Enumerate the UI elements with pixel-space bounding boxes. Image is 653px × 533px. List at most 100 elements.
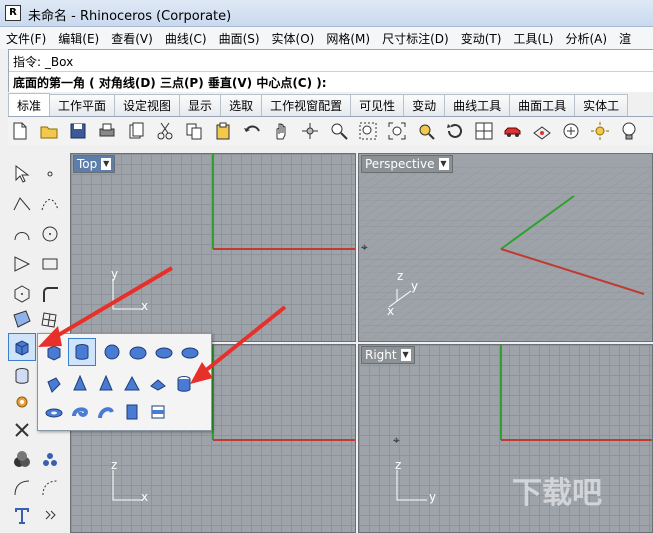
zoom-selected-icon[interactable] <box>414 119 438 143</box>
viewport-top[interactable]: Top ▼ y x <box>70 153 356 342</box>
offset-2-icon[interactable] <box>38 476 62 500</box>
tab-cplanes[interactable]: 工作平面 <box>49 94 116 116</box>
network-surface-icon[interactable] <box>38 307 62 331</box>
sphere-icon[interactable] <box>100 340 124 364</box>
box-icon[interactable] <box>42 340 66 364</box>
right-axis-z-label: z <box>395 458 402 472</box>
tab-surface-tools[interactable]: 曲面工具 <box>509 94 576 116</box>
sun-icon[interactable] <box>588 119 612 143</box>
zoom-icon[interactable] <box>327 119 351 143</box>
curve-icon[interactable] <box>38 192 62 216</box>
scissors-icon[interactable] <box>10 418 34 442</box>
paste-icon[interactable] <box>211 119 235 143</box>
menu-curve[interactable]: 曲线(C) <box>159 30 213 47</box>
rotate-view-icon[interactable] <box>298 119 322 143</box>
paraboloid-icon[interactable] <box>178 340 202 364</box>
tab-viewport-layout[interactable]: 工作视窗配置 <box>261 94 352 116</box>
pyramid-2-icon[interactable] <box>120 372 144 396</box>
target-icon[interactable] <box>559 119 583 143</box>
top-axis-y-label: y <box>111 267 119 281</box>
polygon-icon[interactable] <box>10 282 34 306</box>
box-icon[interactable] <box>8 333 36 361</box>
cylinder-icon[interactable] <box>68 338 96 366</box>
undo-icon[interactable] <box>240 119 264 143</box>
offset-icon[interactable] <box>10 476 34 500</box>
select-icon[interactable] <box>10 162 34 186</box>
surface-icon[interactable] <box>10 307 34 331</box>
menu-surface[interactable]: 曲面(S) <box>213 30 266 47</box>
gear-icon[interactable] <box>10 390 34 414</box>
chevron-down-icon[interactable]: ▼ <box>438 158 449 170</box>
import-icon[interactable] <box>124 119 148 143</box>
tab-set-view[interactable]: 设定视图 <box>114 94 181 116</box>
menu-edit[interactable]: 编辑(E) <box>52 30 105 47</box>
menu-solid[interactable]: 实体(O) <box>266 30 321 47</box>
cut-icon[interactable] <box>153 119 177 143</box>
torus-icon[interactable] <box>42 400 66 424</box>
command-options[interactable]: 底面的第一角 ( 对角线(D) 三点(P) 垂直(V) 中心点(C) ): <box>13 74 327 91</box>
extrude-icon[interactable] <box>120 400 144 424</box>
tab-select[interactable]: 选取 <box>220 94 263 116</box>
cylinder-icon[interactable] <box>10 364 34 388</box>
polyline-icon[interactable] <box>10 192 34 216</box>
extrude-2-icon[interactable] <box>146 400 170 424</box>
cone-icon[interactable] <box>68 372 92 396</box>
pan-icon[interactable] <box>269 119 293 143</box>
pipe-2-icon[interactable] <box>94 400 118 424</box>
menu-render[interactable]: 渲 <box>613 30 637 47</box>
arc-icon[interactable] <box>10 222 34 246</box>
rotate-icon[interactable] <box>443 119 467 143</box>
perspective-axis-y-label: y <box>411 279 419 293</box>
tab-standard[interactable]: 标准 <box>8 93 51 116</box>
car-icon[interactable] <box>501 119 525 143</box>
menu-analyze[interactable]: 分析(A) <box>559 30 613 47</box>
tab-solid-tools[interactable]: 实体工 <box>574 94 629 116</box>
perspective-axis-z-label: z <box>397 269 404 283</box>
zoom-window-icon[interactable] <box>356 119 380 143</box>
menu-mesh[interactable]: 网格(M) <box>320 30 376 47</box>
perspective-axis-x-label: x <box>387 304 395 318</box>
viewport-perspective[interactable]: Perspective ▼ z y x ⌖ <box>358 153 653 342</box>
window-title: 未命名 - Rhinoceros (Corporate) <box>28 9 232 24</box>
menu-file[interactable]: 文件(F) <box>0 30 52 47</box>
blend-icon[interactable] <box>38 448 62 472</box>
zoom-extents-icon[interactable] <box>385 119 409 143</box>
pyramid-icon[interactable] <box>42 372 66 396</box>
four-viewports-icon[interactable] <box>472 119 496 143</box>
tab-visibility[interactable]: 可见性 <box>350 94 405 116</box>
menu-dimension[interactable]: 尺寸标注(D) <box>376 30 455 47</box>
tab-transform[interactable]: 变动 <box>403 94 446 116</box>
tube-icon[interactable] <box>172 372 196 396</box>
freeform-icon[interactable] <box>10 252 34 276</box>
text-icon[interactable] <box>10 503 34 527</box>
boolean-icon[interactable] <box>10 448 34 472</box>
rhino-app-icon: R <box>5 5 21 21</box>
menu-view[interactable]: 查看(V) <box>105 30 159 47</box>
save-icon[interactable] <box>66 119 90 143</box>
new-icon[interactable] <box>8 119 32 143</box>
print-icon[interactable] <box>95 119 119 143</box>
crosshair-cursor-icon: ⌖ <box>361 240 368 254</box>
tab-display[interactable]: 显示 <box>179 94 222 116</box>
pipe-icon[interactable] <box>68 400 92 424</box>
menu-tools[interactable]: 工具(L) <box>507 30 559 47</box>
crosshair-cursor-icon: ⌖ <box>393 433 400 447</box>
viewport-perspective-label[interactable]: Perspective ▼ <box>361 155 453 173</box>
truncated-pyramid-icon[interactable] <box>146 372 170 396</box>
menu-transform[interactable]: 变动(T) <box>455 30 508 47</box>
expand-icon[interactable] <box>38 503 62 527</box>
ellipsoid-2-icon[interactable] <box>152 340 176 364</box>
open-icon[interactable] <box>37 119 61 143</box>
copy-icon[interactable] <box>182 119 206 143</box>
ellipsoid-icon[interactable] <box>126 340 150 364</box>
fillet-curve-icon[interactable] <box>38 282 62 306</box>
circle-icon[interactable] <box>38 222 62 246</box>
point-icon[interactable] <box>38 162 62 186</box>
tab-curve-tools[interactable]: 曲线工具 <box>444 94 511 116</box>
viewport-right[interactable]: Right ▼ z y ⌖ <box>358 344 653 533</box>
truncated-cone-icon[interactable] <box>94 372 118 396</box>
command-prompt[interactable]: 指令: _Box <box>13 53 73 70</box>
lightbulb-icon[interactable] <box>617 119 641 143</box>
analysis-icon[interactable] <box>530 119 554 143</box>
rectangle-icon[interactable] <box>38 252 62 276</box>
